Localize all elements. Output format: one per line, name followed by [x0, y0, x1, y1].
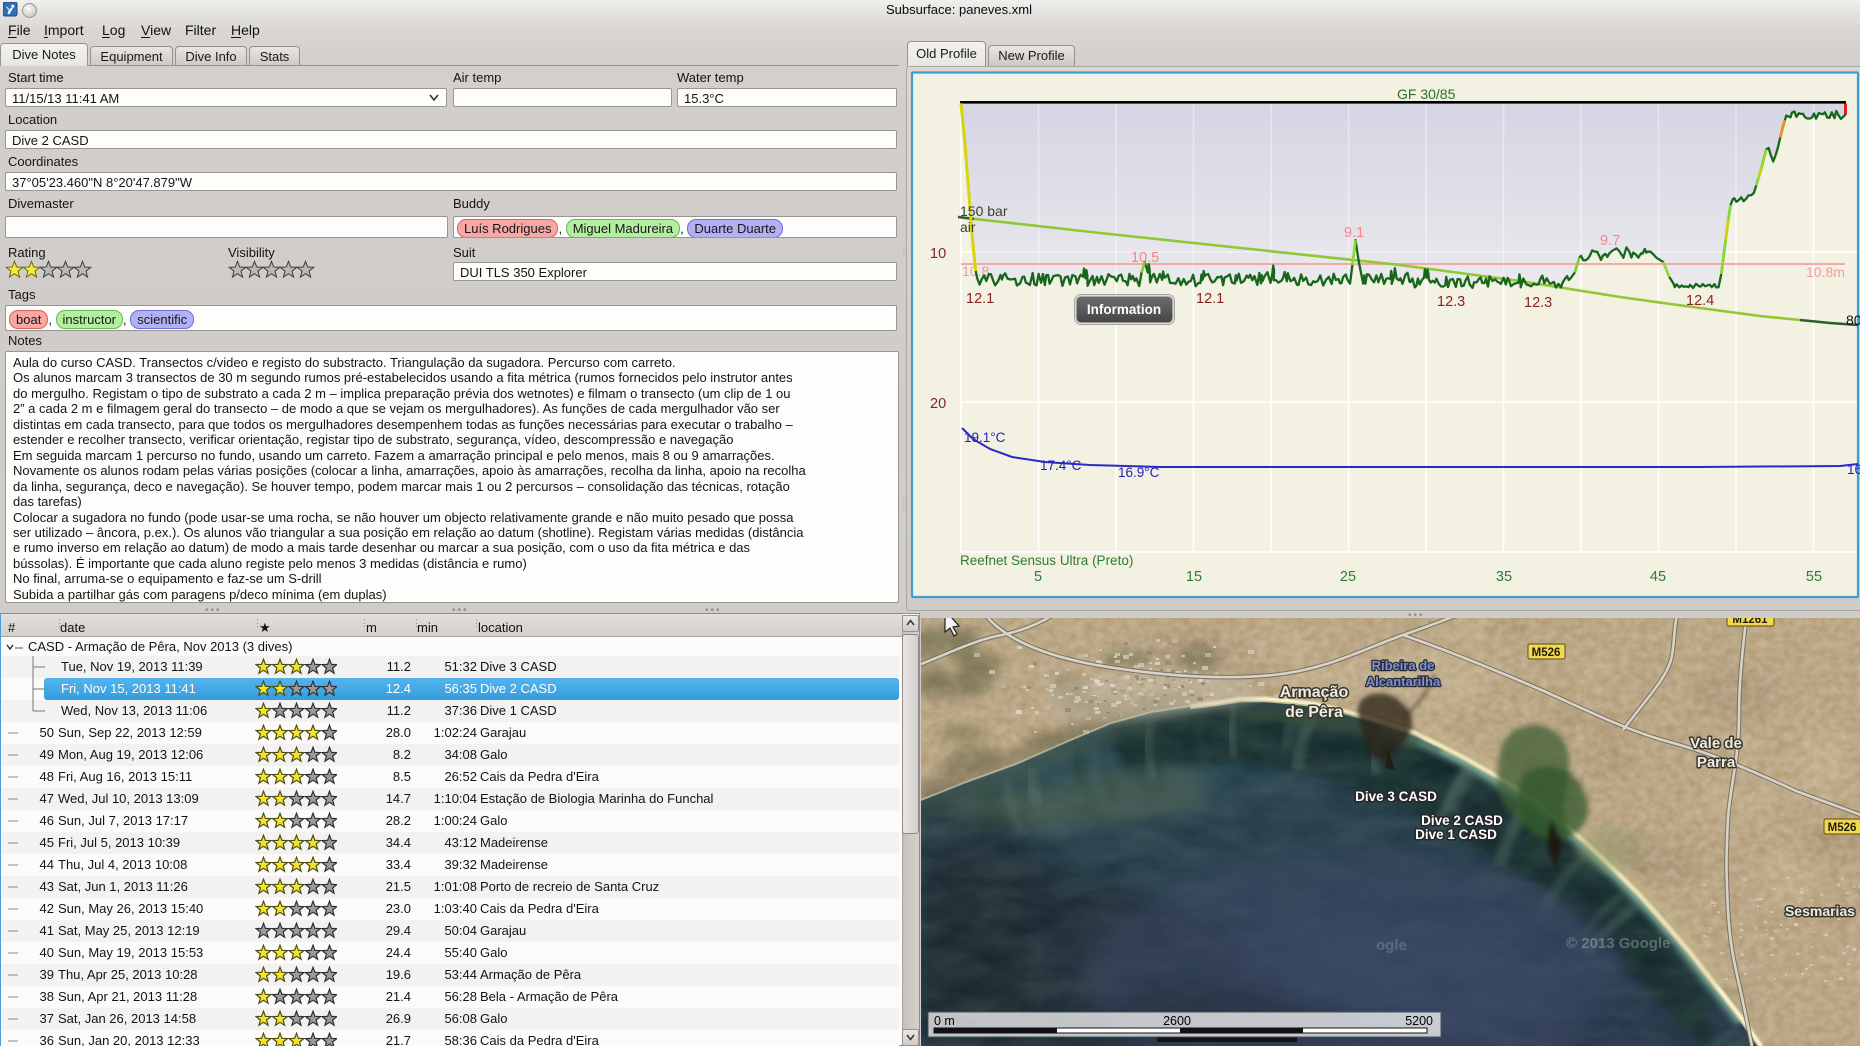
- svg-text:10: 10: [930, 246, 946, 262]
- svg-text:12.4: 12.4: [1686, 293, 1714, 309]
- svg-text:5: 5: [1034, 569, 1042, 585]
- svg-text:12.3: 12.3: [1437, 294, 1465, 310]
- svg-text:Dive 2 CASD: Dive 2 CASD: [1421, 813, 1503, 828]
- svg-text:GF 30/85: GF 30/85: [1397, 86, 1456, 102]
- svg-text:19.1°C: 19.1°C: [964, 430, 1006, 445]
- svg-text:Dive 1 CASD: Dive 1 CASD: [1415, 827, 1497, 842]
- svg-text:M526: M526: [1828, 822, 1857, 834]
- svg-text:12.1: 12.1: [966, 291, 994, 307]
- svg-text:Reefnet Sensus Ultra (Preto): Reefnet Sensus Ultra (Preto): [960, 553, 1133, 568]
- svg-text:20: 20: [930, 396, 946, 412]
- svg-text:Parra: Parra: [1697, 754, 1736, 771]
- svg-text:Alcantarilha: Alcantarilha: [1366, 674, 1441, 689]
- svg-text:Sesmarias: Sesmarias: [1785, 903, 1855, 919]
- svg-text:16.9°C: 16.9°C: [1118, 465, 1160, 480]
- svg-text:10.5: 10.5: [1131, 250, 1159, 266]
- svg-text:M526: M526: [1532, 647, 1561, 659]
- svg-text:12.1: 12.1: [1196, 291, 1224, 307]
- svg-text:air: air: [960, 219, 976, 235]
- svg-text:80: 80: [1846, 312, 1860, 328]
- svg-text:Ribeira de: Ribeira de: [1372, 658, 1435, 673]
- svg-text:de Pêra: de Pêra: [1285, 704, 1343, 721]
- svg-text:ogle: ogle: [1376, 937, 1407, 954]
- svg-text:150 bar: 150 bar: [960, 203, 1008, 219]
- svg-text:12.3: 12.3: [1524, 295, 1552, 311]
- svg-text:2600: 2600: [1163, 1014, 1191, 1028]
- svg-text:Information: Information: [1087, 302, 1161, 317]
- svg-text:16: 16: [1847, 462, 1860, 477]
- svg-text:35: 35: [1496, 569, 1512, 585]
- svg-text:Vale de: Vale de: [1690, 735, 1742, 752]
- svg-text:9.1: 9.1: [1344, 225, 1364, 241]
- svg-text:5200: 5200: [1405, 1014, 1433, 1028]
- svg-text:15: 15: [1186, 569, 1202, 585]
- svg-text:25: 25: [1340, 569, 1356, 585]
- svg-text:9.7: 9.7: [1600, 233, 1620, 249]
- svg-text:© 2013 Google: © 2013 Google: [1566, 935, 1670, 952]
- svg-text:55: 55: [1806, 569, 1822, 585]
- svg-text:M1261: M1261: [1732, 618, 1768, 626]
- svg-text:17.4°C: 17.4°C: [1040, 458, 1082, 473]
- svg-text:Armação: Armação: [1280, 684, 1349, 701]
- svg-text:10.8m: 10.8m: [1806, 264, 1845, 280]
- svg-text:Dive 3 CASD: Dive 3 CASD: [1355, 789, 1437, 804]
- svg-text:0 m: 0 m: [934, 1014, 955, 1028]
- svg-text:45: 45: [1650, 569, 1666, 585]
